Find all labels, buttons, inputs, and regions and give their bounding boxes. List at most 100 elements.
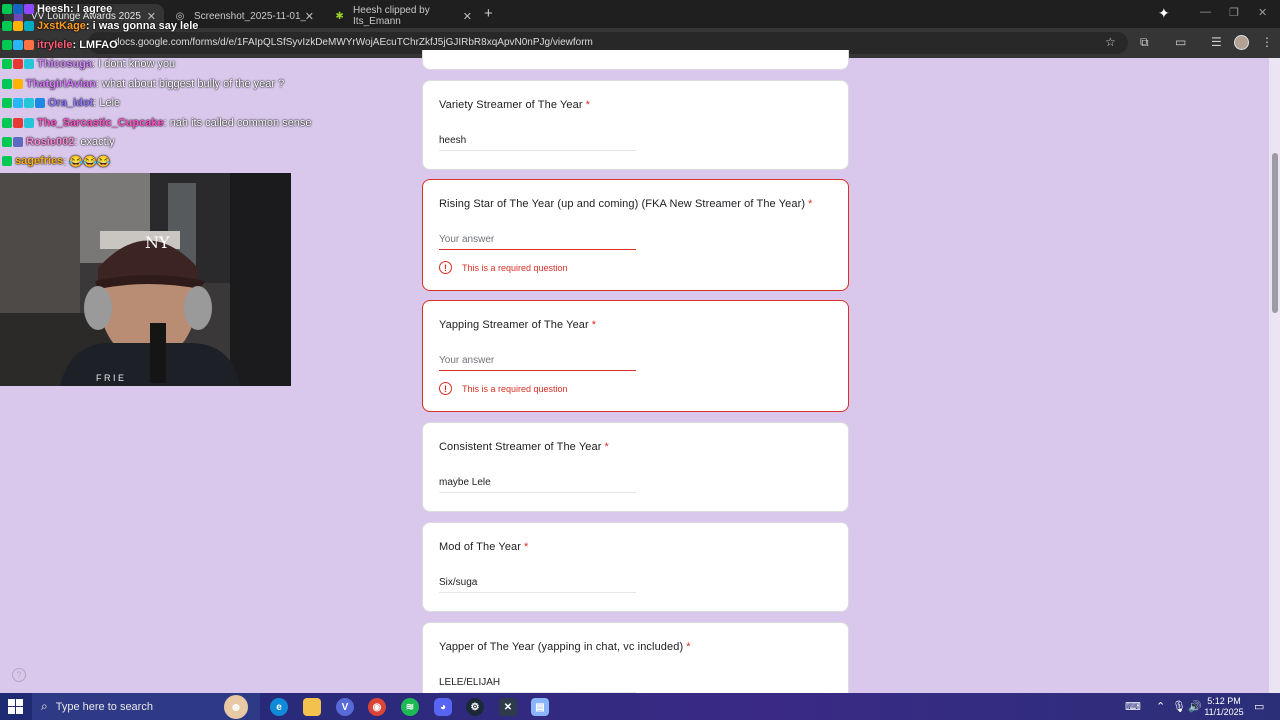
bookmark-star-icon[interactable]: ☆ <box>1105 35 1116 49</box>
chat-username: The_Sarcastic_Cupcake <box>37 117 164 129</box>
keyboard-icon[interactable]: ⌨ <box>1125 700 1141 713</box>
question-card: Yapper of The Year (yapping in chat, vc … <box>422 622 849 702</box>
chat-badges <box>2 21 34 31</box>
question-card-error: Rising Star of The Year (up and coming) … <box>422 179 849 291</box>
chat-username: JxstKage <box>37 20 86 32</box>
chat-text: : Lele <box>93 97 121 109</box>
chat-text: : what about biggest bully of the year ? <box>95 78 285 90</box>
chat-badges <box>2 79 23 89</box>
tab-heesh-clip[interactable]: ✱ Heesh clipped by Its_Emann ✕ <box>324 4 480 28</box>
close-window-icon[interactable]: ✕ <box>1258 6 1267 19</box>
xbox-icon[interactable]: ✕ <box>499 698 517 716</box>
shirt-text: F R I E <box>96 373 124 383</box>
windows-start-icon[interactable] <box>8 699 23 714</box>
chat-text: : LMFAO <box>72 39 118 51</box>
new-tab-icon[interactable]: + <box>484 5 493 22</box>
extensions-icon[interactable]: ⧉ <box>1140 35 1149 50</box>
error-icon: ! <box>439 261 452 274</box>
chat-username: Rosie002 <box>26 136 75 148</box>
question-title: Yapper of The Year (yapping in chat, vc … <box>439 641 691 653</box>
answer-field[interactable]: Your answer <box>439 355 636 371</box>
search-icon: ⌕ <box>41 699 48 713</box>
chat-message: Heesh: I agree <box>2 0 112 18</box>
chat-message: JxstKage: i was gonna say lele <box>2 17 198 35</box>
close-tab-icon[interactable]: ✕ <box>305 10 314 23</box>
chat-badges <box>2 156 12 166</box>
chat-text: : i was gonna say lele <box>85 20 199 32</box>
question-card: Consistent Streamer of The Year * maybe L… <box>422 422 849 512</box>
webcam-feed: NY F R I E <box>0 173 291 386</box>
page-scrollbar[interactable] <box>1269 58 1280 693</box>
chat-text: : nah its called common sense <box>163 117 312 129</box>
vpn-icon[interactable]: V <box>336 698 354 716</box>
chat-badges <box>2 118 34 128</box>
chat-username: Heesh <box>37 3 71 15</box>
error-message: ! This is a required question <box>439 261 568 274</box>
answer-field[interactable]: heesh <box>439 135 636 151</box>
clock-date: 11/1/2025 <box>1204 707 1244 717</box>
webcam-image: NY F R I E <box>0 173 291 386</box>
chrome-icon[interactable]: ◉ <box>368 698 386 716</box>
cast-icon[interactable]: ▭ <box>1175 35 1186 49</box>
error-message: ! This is a required question <box>439 382 568 395</box>
chat-username: itryIele <box>37 39 73 51</box>
chat-username: ThatgirlAvian <box>26 78 96 90</box>
spotify-icon[interactable]: ≋ <box>401 698 419 716</box>
answer-field[interactable]: Six/suga <box>439 577 636 593</box>
chat-badges <box>2 4 34 14</box>
menu-dots-icon[interactable]: ⋮ <box>1261 35 1273 49</box>
edge-icon[interactable]: e <box>270 698 288 716</box>
chat-message: Rosie002: exactly <box>2 133 115 151</box>
maximize-icon[interactable]: ❐ <box>1229 6 1239 19</box>
chat-message: Thicosuga: I dont know you <box>2 55 175 73</box>
profile-avatar[interactable] <box>1234 35 1249 50</box>
chat-badges <box>2 40 34 50</box>
chat-text: : I dont know you <box>92 58 176 70</box>
close-tab-icon[interactable]: ✕ <box>463 10 472 23</box>
chat-text: : I agree <box>70 3 113 15</box>
tray-chevron-icon[interactable]: ⌃ <box>1156 700 1165 713</box>
chat-username: sagefries <box>15 155 64 167</box>
chat-message: sagefries: 😂😂😂 <box>2 152 111 170</box>
discord-icon[interactable]: ◕ <box>434 698 452 716</box>
steam-icon[interactable]: ⚙ <box>466 698 484 716</box>
question-card: Mod of The Year * Six/suga <box>422 522 849 612</box>
clock-time: 5:12 PM <box>1207 696 1241 706</box>
answer-field[interactable]: Your answer <box>439 234 636 250</box>
question-title: Yapping Streamer of The Year * <box>439 319 597 331</box>
question-title: Mod of The Year * <box>439 541 529 553</box>
chat-message: itryIele: LMFAO <box>2 36 118 54</box>
search-placeholder: Type here to search <box>55 700 153 713</box>
chat-text: : exactly <box>74 136 115 148</box>
chat-message: ThatgirlAvian: what about biggest bully … <box>2 75 284 93</box>
answer-field[interactable]: maybe Lele <box>439 477 636 493</box>
chat-username: Thicosuga <box>37 58 93 70</box>
help-icon[interactable]: ? <box>12 668 26 682</box>
reading-list-icon[interactable]: ☰ <box>1211 35 1222 49</box>
tab-label: Heesh clipped by Its_Emann <box>353 5 430 27</box>
file-explorer-icon[interactable] <box>303 698 321 716</box>
search-highlight-icon[interactable]: ☻ <box>224 695 248 719</box>
previous-question-card <box>422 50 849 70</box>
notifications-icon[interactable]: ▭ <box>1254 700 1264 713</box>
clip-icon: ✱ <box>335 10 344 22</box>
chat-text: : 😂😂😂 <box>63 155 111 168</box>
chat-badges <box>2 98 45 108</box>
error-icon: ! <box>439 382 452 395</box>
notepad-icon[interactable]: ▤ <box>531 698 549 716</box>
tab-label: Screenshot_2025-11-01_000740 <box>194 10 306 22</box>
question-title: Consistent Streamer of The Year * <box>439 441 609 453</box>
system-clock[interactable]: 5:12 PM 11/1/2025 <box>1200 696 1248 718</box>
chat-badges <box>2 137 23 147</box>
chat-message: Ora_idot: Lele <box>2 94 120 112</box>
answer-field[interactable]: LELE/ELIJAH <box>439 677 636 693</box>
question-card-error: Yapping Streamer of The Year * Your answe… <box>422 300 849 412</box>
question-title: Variety Streamer of The Year * <box>439 99 591 111</box>
windows-taskbar: ⌕ Type here to search ☻ e V ◉ ≋ ◕ ⚙ ✕ ▤ … <box>0 693 1280 720</box>
scrollbar-thumb[interactable] <box>1272 153 1278 313</box>
chat-username: Ora_idot <box>48 97 94 109</box>
sparkle-icon[interactable]: ✦ <box>1158 5 1170 22</box>
microphone-icon[interactable]: 🎙 <box>1172 700 1186 713</box>
question-card: Variety Streamer of The Year * heesh <box>422 80 849 170</box>
minimize-icon[interactable]: — <box>1200 6 1211 18</box>
